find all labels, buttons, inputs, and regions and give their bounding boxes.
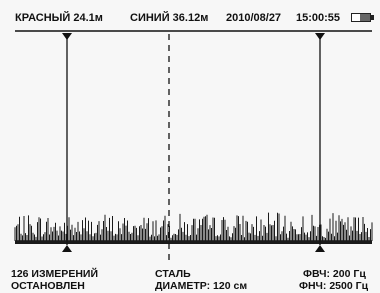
low-pass-filter: ФНЧ: 2500 Гц [299,280,369,292]
measurement-count: 126 ИЗМЕРЕНИЙ [11,268,98,280]
pipe-material: СТАЛЬ [155,268,191,280]
blue-cursor-bottom-marker-icon[interactable] [315,245,325,252]
waveform-display [14,30,373,262]
pipe-diameter: ДИАМЕТР: 120 см [155,280,248,292]
meter-screen: КРАСНЫЙ 24.1м СИНИЙ 36.12м 2010/08/27 15… [0,0,380,293]
blue-cursor-top-marker-icon[interactable] [315,33,325,40]
waveform-trace [14,212,373,244]
red-cursor-top-marker-icon[interactable] [62,33,72,40]
trace-base-band [15,241,372,244]
red-cursor-bottom-marker-icon[interactable] [62,245,72,252]
device-state: ОСТАНОВЛЕН [11,280,85,292]
high-pass-filter: ФВЧ: 200 Гц [303,268,366,280]
